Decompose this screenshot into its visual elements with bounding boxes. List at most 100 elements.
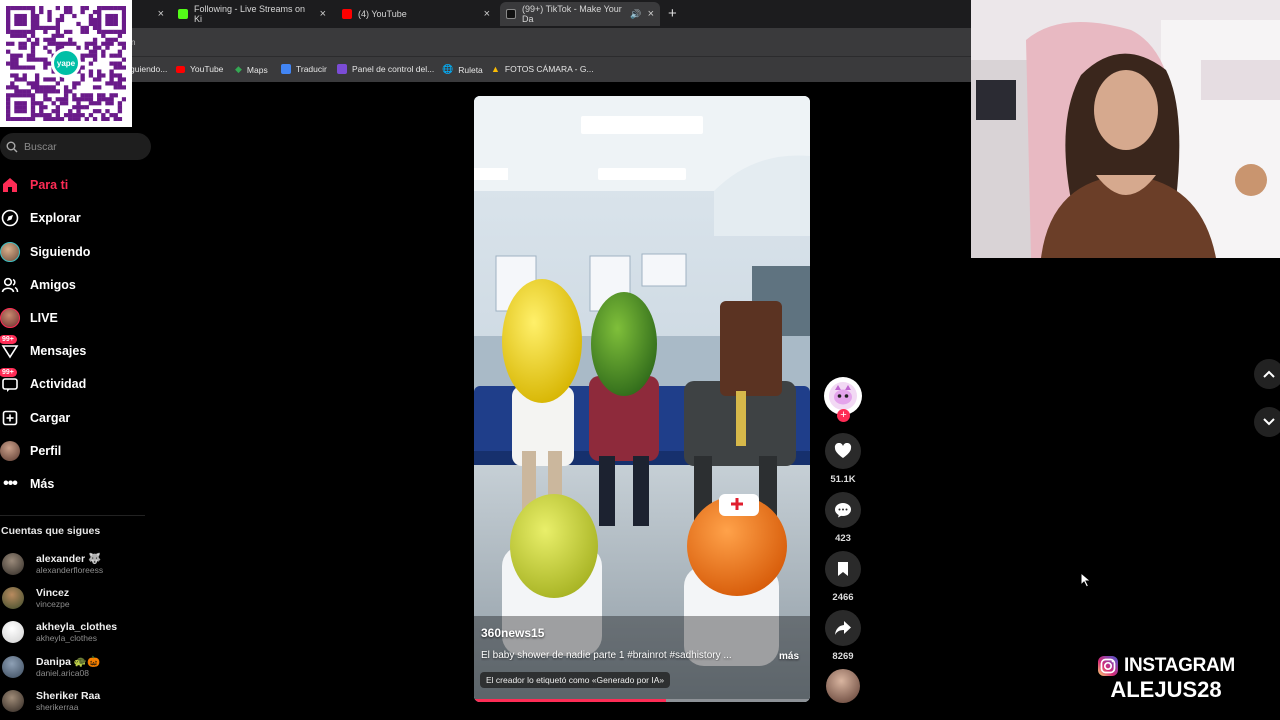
yape-qr-code: yape [0,0,132,127]
like-button[interactable] [825,433,861,469]
tab-close-icon[interactable]: × [484,8,490,20]
tab-close-icon[interactable]: × [320,8,326,20]
tab-title: (99+) TikTok - Make Your Da [522,4,622,24]
next-video-button[interactable] [1254,407,1280,437]
bookmark-fotos[interactable]: ▲ FOTOS CÁMARA - G... [491,64,594,74]
nav-para-ti[interactable]: Para ti [0,172,150,198]
ai-generated-label: El creador lo etiquetó como «Generado po… [480,672,671,688]
following-account[interactable]: alexander 🐺 alexanderfloreess [2,550,142,578]
creator-avatar[interactable]: + [824,377,862,422]
live-icon [0,308,20,328]
drive-icon: ▲ [491,64,500,74]
save-button[interactable] [825,551,861,587]
cat-avatar-icon [829,382,857,410]
speaker-icon: 🔊 [630,8,642,19]
screen: × Following - Live Streams on Ki × (4) Y… [0,0,1280,720]
sound-avatar[interactable] [826,669,860,703]
heart-icon [834,443,852,458]
comment-count: 423 [835,533,851,544]
bookmark-youtube[interactable]: YouTube [176,64,223,74]
sidebar-divider [0,515,145,516]
previous-video-button[interactable] [1254,359,1280,389]
share-button[interactable] [825,610,861,646]
video-player[interactable]: 360news15 El baby shower de nadie parte … [474,96,810,702]
translate-icon [281,64,291,74]
video-progress-fill [474,699,666,702]
new-tab-button[interactable]: + [668,5,677,22]
nav-explorar[interactable]: Explorar [0,205,150,231]
bookmark-ruleta[interactable]: 🌐 Ruleta [442,64,483,75]
webcam-image [971,0,1280,258]
avatar [2,656,24,678]
comment-button[interactable] [825,492,861,528]
instagram-handle: ALEJUS28 [1110,677,1222,702]
search-input[interactable] [24,140,134,153]
youtube-icon [176,65,185,73]
share-count: 8269 [832,651,854,662]
instagram-overlay: INSTAGRAM ALEJUS28 [1086,655,1246,703]
address-bar[interactable]: n [0,28,971,56]
nav-perfil[interactable]: Perfil [0,438,150,464]
video-caption: El baby shower de nadie parte 1 #brainro… [481,650,732,661]
instagram-icon [1098,656,1119,676]
following-accounts-title: Cuentas que sigues [1,525,101,537]
upload-icon [0,408,20,428]
activity-badge: 99+ [0,368,17,377]
nav-mas[interactable]: ••• Más [0,471,150,497]
following-account[interactable]: Sheriker Raa sherikerraa [2,687,142,715]
video-frame [474,96,810,702]
friends-icon [0,275,20,295]
tab-kick[interactable]: Following - Live Streams on Ki × [172,2,332,26]
caption-more-link[interactable]: más [779,651,799,662]
avatar [2,553,24,575]
avatar [2,621,24,643]
video-author[interactable]: 360news15 [481,626,544,640]
video-progress-bar[interactable] [474,699,810,702]
search-bar[interactable] [0,133,151,160]
map-pin-icon: ◆ [235,64,242,74]
webcam-overlay [971,0,1280,258]
nav-amigos[interactable]: Amigos [0,272,150,298]
home-icon [0,175,20,195]
bookmark-icon [838,562,848,576]
browser-tab-bar: × Following - Live Streams on Ki × (4) Y… [0,0,971,28]
bookmarks-bar: guiendo... YouTube ◆ Maps Traducir Panel … [0,56,971,82]
tab-youtube[interactable]: (4) YouTube × [336,2,496,26]
tab-close-icon[interactable]: × [648,8,654,20]
comment-icon [835,503,851,518]
nav-live[interactable]: LIVE [0,305,150,331]
yape-logo-text: yape [57,59,76,68]
following-account[interactable]: Vincez vincezpe [2,584,142,612]
follow-plus-icon[interactable]: + [837,409,850,422]
profile-avatar-icon [0,441,20,461]
kick-favicon-icon [178,9,188,19]
nav-mensajes[interactable]: 99+ Mensajes [0,335,150,364]
nav-siguiendo[interactable]: Siguiendo [0,239,150,265]
like-count: 51.1K [830,474,856,485]
more-icon: ••• [3,475,18,492]
youtube-favicon-icon [342,9,352,19]
messages-icon: 99+ [0,335,20,361]
panel-icon [337,64,347,74]
tab-close-partial[interactable]: × [150,2,170,26]
tab-title: Following - Live Streams on Ki [194,4,306,24]
globe-icon: 🌐 [442,64,454,74]
tiktok-favicon-icon [506,9,516,19]
following-avatar-icon [0,242,20,262]
tab-tiktok[interactable]: (99+) TikTok - Make Your Da 🔊 × [500,2,660,26]
bookmark-siguiendo[interactable]: guiendo... [130,64,167,74]
bookmark-panel[interactable]: Panel de control del... [337,64,434,74]
compass-icon [0,208,20,228]
following-account[interactable]: Danipa 🐢🎃 daniel.arica08 [2,653,142,681]
nav-actividad[interactable]: 99+ Actividad [0,368,150,397]
chevron-up-icon [1263,370,1275,378]
tab-title: (4) YouTube [358,9,407,19]
nav-cargar[interactable]: Cargar [0,405,150,431]
share-arrow-icon [835,621,851,635]
qr-code-image: yape [6,6,126,121]
mouse-cursor-icon [1080,572,1092,588]
bookmark-traducir[interactable]: Traducir [281,64,327,74]
activity-icon: 99+ [0,368,20,394]
bookmark-maps[interactable]: ◆ Maps [235,64,268,75]
following-account[interactable]: akheyla_clothes akheyla_clothes [2,618,142,646]
